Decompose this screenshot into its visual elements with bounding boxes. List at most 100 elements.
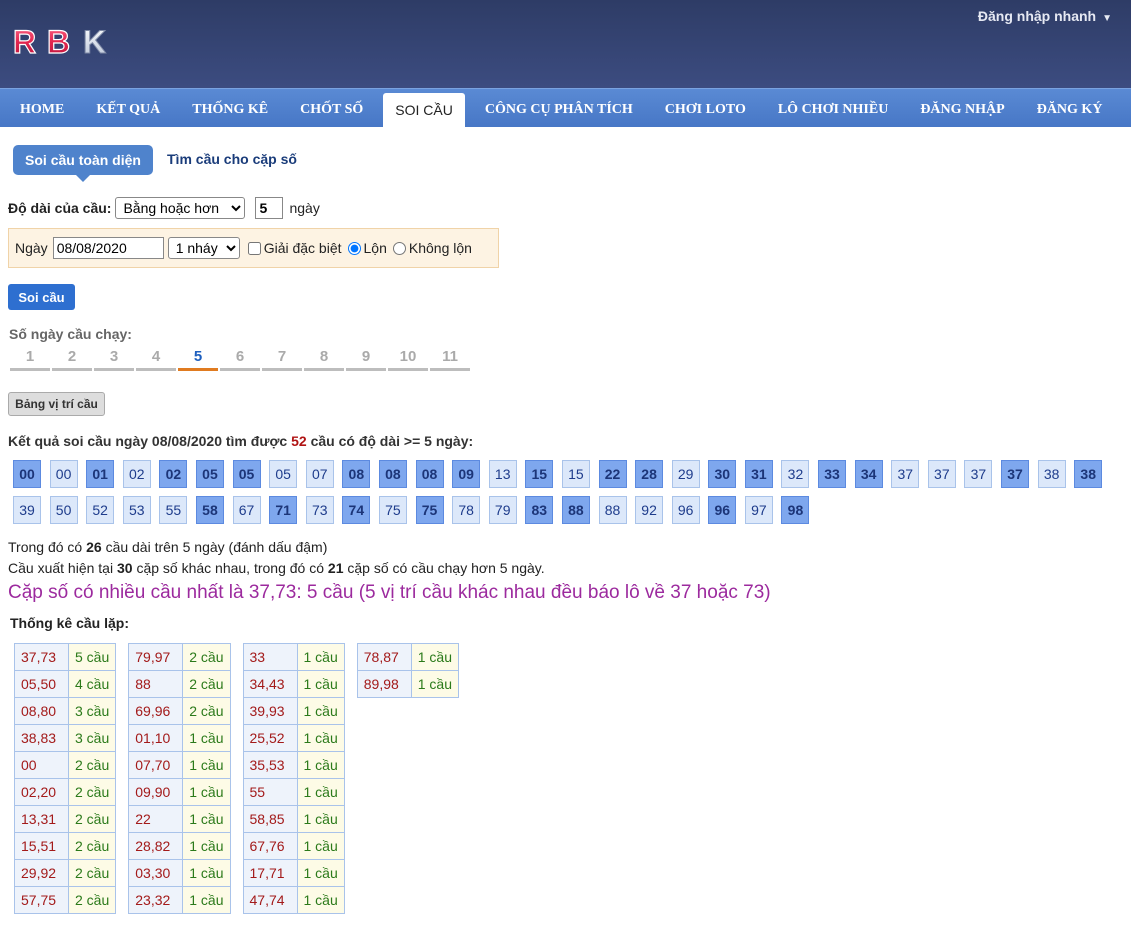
pair-cell[interactable]: 38,83 [14, 724, 69, 752]
soi-cau-button[interactable]: Soi cầu [8, 284, 75, 310]
result-cell[interactable]: 55 [159, 496, 188, 524]
result-cell[interactable]: 31 [744, 460, 773, 488]
day-option[interactable]: 3 [94, 348, 134, 371]
nav-chot-so[interactable]: CHỐT SỐ [288, 93, 375, 127]
result-cell[interactable]: 08 [342, 460, 371, 488]
pair-cell[interactable]: 33 [242, 643, 298, 671]
pair-cell[interactable]: 55 [242, 778, 298, 806]
result-cell[interactable]: 37 [927, 460, 956, 488]
pair-cell[interactable]: 25,52 [242, 724, 298, 752]
position-table-button[interactable]: Bảng vị trí cầu [8, 392, 105, 416]
pair-cell[interactable]: 22 [128, 805, 184, 833]
result-cell[interactable]: 38 [1074, 460, 1103, 488]
rbk-logo[interactable]: R B K [13, 26, 121, 58]
nav-thong-ke[interactable]: THỐNG KÊ [180, 93, 280, 127]
result-cell[interactable]: 28 [635, 460, 664, 488]
result-cell[interactable]: 75 [378, 496, 407, 524]
result-cell[interactable]: 98 [781, 496, 810, 524]
day-option[interactable]: 7 [262, 348, 302, 371]
special-prize-checkbox[interactable] [247, 241, 261, 255]
day-option[interactable]: 6 [220, 348, 260, 371]
pair-cell[interactable]: 39,93 [242, 697, 298, 725]
nav-soi-cau[interactable]: SOI CẦU [383, 93, 465, 127]
result-cell[interactable]: 05 [232, 460, 261, 488]
day-option[interactable]: 5 [178, 348, 218, 371]
result-cell[interactable]: 50 [49, 496, 78, 524]
pair-cell[interactable]: 58,85 [242, 805, 298, 833]
result-cell[interactable]: 15 [525, 460, 554, 488]
pair-cell[interactable]: 88 [128, 670, 184, 698]
nav-ket-qua[interactable]: KẾT QUẢ [84, 93, 172, 127]
result-cell[interactable]: 88 [598, 496, 627, 524]
day-option[interactable]: 10 [388, 348, 428, 371]
pair-cell[interactable]: 67,76 [242, 832, 298, 860]
pair-cell[interactable]: 15,51 [14, 832, 69, 860]
result-cell[interactable]: 22 [598, 460, 627, 488]
pair-cell[interactable]: 69,96 [128, 697, 184, 725]
result-cell[interactable]: 37 [964, 460, 993, 488]
result-cell[interactable]: 71 [269, 496, 298, 524]
result-cell[interactable]: 00 [49, 460, 78, 488]
result-cell[interactable]: 83 [525, 496, 554, 524]
pair-cell[interactable]: 03,30 [128, 859, 184, 887]
khong-lon-option[interactable]: Không lộn [392, 240, 472, 256]
length-mode-select[interactable]: Bằng hoặc hơn [115, 197, 246, 219]
result-cell[interactable]: 52 [86, 496, 115, 524]
result-cell[interactable]: 13 [488, 460, 517, 488]
pair-cell[interactable]: 23,32 [128, 886, 184, 914]
nav-dang-nhap[interactable]: ĐĂNG NHẬP [908, 93, 1016, 127]
result-cell[interactable]: 37 [1001, 460, 1030, 488]
nav-lo-choi-nhieu[interactable]: LÔ CHƠI NHIỀU [766, 93, 900, 127]
result-cell[interactable]: 53 [122, 496, 151, 524]
result-cell[interactable]: 02 [122, 460, 151, 488]
day-option[interactable]: 4 [136, 348, 176, 371]
nhay-select[interactable]: 1 nháy [167, 237, 240, 259]
length-input[interactable] [255, 197, 284, 219]
pair-cell[interactable]: 57,75 [14, 886, 69, 914]
result-cell[interactable]: 09 [452, 460, 481, 488]
quick-login-menu[interactable]: Đăng nhập nhanh ▼ [978, 8, 1112, 24]
result-cell[interactable]: 88 [561, 496, 590, 524]
lon-option[interactable]: Lộn [347, 240, 387, 256]
result-cell[interactable]: 73 [305, 496, 334, 524]
pair-cell[interactable]: 89,98 [356, 670, 412, 698]
result-cell[interactable]: 33 [818, 460, 847, 488]
pair-cell[interactable]: 34,43 [242, 670, 298, 698]
nav-cong-cu-phan-tich[interactable]: CÔNG CỤ PHÂN TÍCH [473, 93, 645, 127]
result-cell[interactable]: 37 [891, 460, 920, 488]
pair-cell[interactable]: 47,74 [242, 886, 298, 914]
pair-cell[interactable]: 35,53 [242, 751, 298, 779]
day-option[interactable]: 9 [346, 348, 386, 371]
tab-soi-cau-toan-dien[interactable]: Soi cầu toàn diện [13, 145, 153, 182]
pair-cell[interactable]: 00 [14, 751, 69, 779]
lon-radio[interactable] [347, 241, 361, 255]
nav-choi-loto[interactable]: CHƠI LOTO [653, 93, 758, 127]
special-prize-option[interactable]: Giải đặc biệt [247, 240, 342, 256]
pair-cell[interactable]: 37,73 [14, 643, 69, 671]
result-cell[interactable]: 15 [561, 460, 590, 488]
pair-cell[interactable]: 09,90 [128, 778, 184, 806]
result-cell[interactable]: 05 [195, 460, 224, 488]
nav-dang-ky[interactable]: ĐĂNG KÝ [1025, 93, 1115, 127]
pair-cell[interactable]: 78,87 [356, 643, 412, 671]
pair-cell[interactable]: 02,20 [14, 778, 69, 806]
pair-cell[interactable]: 01,10 [128, 724, 184, 752]
result-cell[interactable]: 34 [854, 460, 883, 488]
day-option[interactable]: 2 [52, 348, 92, 371]
result-cell[interactable]: 07 [305, 460, 334, 488]
pair-cell[interactable]: 29,92 [14, 859, 69, 887]
result-cell[interactable]: 67 [232, 496, 261, 524]
result-cell[interactable]: 58 [195, 496, 224, 524]
pair-cell[interactable]: 05,50 [14, 670, 69, 698]
date-input[interactable] [52, 237, 164, 259]
result-cell[interactable]: 08 [378, 460, 407, 488]
result-cell[interactable]: 75 [415, 496, 444, 524]
result-cell[interactable]: 32 [781, 460, 810, 488]
result-cell[interactable]: 39 [13, 496, 41, 524]
tab-tim-cau-cho-cap-so[interactable]: Tìm cầu cho cặp số [167, 151, 297, 167]
result-cell[interactable]: 08 [415, 460, 444, 488]
result-cell[interactable]: 01 [86, 460, 115, 488]
result-cell[interactable]: 92 [635, 496, 664, 524]
result-cell[interactable]: 29 [671, 460, 700, 488]
pair-cell[interactable]: 07,70 [128, 751, 184, 779]
